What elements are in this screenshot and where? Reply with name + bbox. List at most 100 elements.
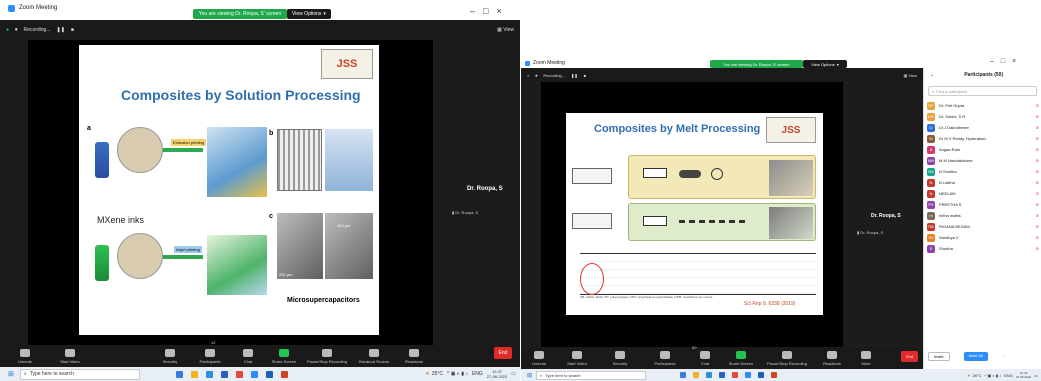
start-video-button[interactable]: Start Video xyxy=(557,351,597,369)
participant-row[interactable]: NN Lalitha ⊘ xyxy=(924,177,1041,188)
share-screen-button[interactable]: Share Screen xyxy=(723,351,759,369)
task-view-icon[interactable] xyxy=(680,372,687,378)
file-explorer-icon[interactable] xyxy=(693,372,700,378)
minimize-icon[interactable]: – xyxy=(470,6,483,16)
view-options-button[interactable]: View Options ▾ xyxy=(803,60,847,68)
reactions-button[interactable]: Reactions xyxy=(396,349,432,367)
task-view-icon[interactable] xyxy=(175,370,183,378)
sem-image-2: 100 μm xyxy=(325,213,373,279)
close-icon[interactable]: × xyxy=(1012,58,1023,65)
unmute-button[interactable]: Unmute xyxy=(0,349,50,367)
powerpoint-icon[interactable] xyxy=(280,370,288,378)
chrome-icon[interactable] xyxy=(732,372,739,378)
participants-button[interactable]: Participants xyxy=(190,349,230,367)
jss-logo: JSS xyxy=(766,117,816,143)
speaker-name: Dr. Roopa, S xyxy=(871,213,901,219)
invite-button[interactable]: Invite xyxy=(928,352,950,361)
share-screen-button[interactable]: Share Screen xyxy=(266,349,302,367)
view-button[interactable]: ▦ View xyxy=(903,73,917,78)
chevron-down-icon[interactable]: ⌄ xyxy=(930,72,934,78)
participant-row[interactable]: MN M M Nandakishore ⊘ xyxy=(924,155,1041,166)
participant-row[interactable]: SV Sandhya V ⊘ xyxy=(924,232,1041,243)
windows-start-icon[interactable]: ⊞ xyxy=(8,370,14,378)
breakout-rooms-button[interactable]: Breakout Rooms xyxy=(352,349,396,367)
chat-button[interactable]: Chat xyxy=(230,349,266,367)
word-icon[interactable] xyxy=(265,370,273,378)
extrusion-printer-image xyxy=(207,127,267,197)
taskbar-search[interactable]: ⌕ Type here to search xyxy=(536,370,647,380)
participant-row[interactable]: DS Dr. Sohini. S R ⊘ xyxy=(924,111,1041,122)
security-button[interactable]: Security xyxy=(597,351,643,369)
participant-row[interactable]: m mitha maths ⊘ xyxy=(924,210,1041,221)
chrome-icon[interactable] xyxy=(235,370,243,378)
notification-icon[interactable]: ▭ xyxy=(1034,373,1038,378)
end-meeting-button[interactable]: End xyxy=(901,351,918,362)
clock[interactable]: 12:42 27-06-2022 xyxy=(1016,371,1031,379)
pause-stop-recording-button[interactable]: Pause/Stop Recording xyxy=(302,349,352,367)
panel-label-a: a xyxy=(87,125,91,132)
view-options-button[interactable]: View Options ▾ xyxy=(287,9,331,19)
chat-button[interactable]: Chat xyxy=(687,351,723,369)
pause-icon[interactable]: ❚❚ xyxy=(571,73,578,78)
participant-row[interactable]: S Shobha ⊘ xyxy=(924,243,1041,254)
viewing-banner: You are viewing Dr. Roopa, S' screen xyxy=(193,9,287,19)
maximize-icon[interactable]: □ xyxy=(1001,58,1012,65)
mail-icon[interactable] xyxy=(719,372,726,378)
tray-icons[interactable]: ^ ▣ ◐ ▮ ♪ xyxy=(447,371,468,377)
security-button[interactable]: Security xyxy=(90,349,190,367)
store-icon[interactable] xyxy=(706,372,713,378)
participant-row[interactable]: RB RIGANA BEGAM ⊘ xyxy=(924,221,1041,232)
minimize-icon[interactable]: – xyxy=(990,58,1001,65)
clock[interactable]: 12:37 27-06-2022 xyxy=(487,369,507,379)
participant-row[interactable]: A Angaa Ram ⊘ xyxy=(924,144,1041,155)
powerpoint-icon[interactable] xyxy=(771,372,778,378)
participant-row[interactable]: M Dr M V Reddy, Hyderabad ⊘ xyxy=(924,133,1041,144)
pause-icon[interactable]: ❚❚ xyxy=(57,27,65,33)
mail-icon[interactable] xyxy=(220,370,228,378)
view-button[interactable]: ▦ View xyxy=(497,27,514,33)
zoom-taskbar-icon[interactable] xyxy=(250,370,258,378)
more-button[interactable]: More xyxy=(849,351,883,369)
windows-start-icon[interactable]: ⊞ xyxy=(527,372,532,379)
participant-row[interactable]: NS N Sunitha ⊘ xyxy=(924,166,1041,177)
stop-icon[interactable]: ■ xyxy=(584,73,586,78)
notification-icon[interactable]: ▭ xyxy=(511,371,516,377)
end-meeting-button[interactable]: End xyxy=(494,347,512,359)
file-explorer-icon[interactable] xyxy=(190,370,198,378)
shield-icon: ● xyxy=(527,72,530,78)
highlight-circle xyxy=(580,263,604,295)
participants-button[interactable]: Participants xyxy=(643,351,687,369)
unmute-button[interactable]: Unmute xyxy=(521,351,557,369)
mic-muted-icon: ⊘ xyxy=(1035,147,1039,152)
flexible-device-image xyxy=(325,129,373,191)
close-icon[interactable]: × xyxy=(496,6,509,16)
equipment-photo xyxy=(769,160,813,196)
taskbar-apps xyxy=(680,372,778,378)
mute-all-button[interactable]: Mute All xyxy=(963,352,988,361)
tray-icons[interactable]: ^ ▣ ◐ ▮ ♪ xyxy=(984,373,1001,378)
jss-logo: JSS xyxy=(321,49,373,79)
participant-row[interactable]: PS PREETHA S ⊘ xyxy=(924,199,1041,210)
right-taskbar: ⊞ ⌕ Type here to search ☀ 26°C ^ ▣ ◐ ▮ ♪ … xyxy=(521,369,1041,381)
window-controls[interactable]: –□× xyxy=(470,6,510,16)
store-icon[interactable] xyxy=(205,370,213,378)
stop-icon[interactable]: ■ xyxy=(71,27,74,33)
participant-row[interactable]: N NEELAM ⊘ xyxy=(924,188,1041,199)
reactions-button[interactable]: Reactions xyxy=(815,351,849,369)
participant-row[interactable]: DP Dr. Priti Gupta ⊘ xyxy=(924,100,1041,111)
recording-label: Recording... xyxy=(543,72,565,78)
mic-off-icon xyxy=(534,351,544,359)
window-controls[interactable]: –□× xyxy=(990,58,1023,65)
panel-label-b: b xyxy=(269,130,274,137)
maximize-icon[interactable]: □ xyxy=(483,6,496,16)
more-options-icon[interactable]: … xyxy=(1002,352,1006,361)
start-video-button[interactable]: Start Video xyxy=(50,349,90,367)
taskbar-search[interactable]: ⌕ Type here to search xyxy=(19,368,140,380)
participant-search-input[interactable]: ⌕ Find a participant xyxy=(928,86,1037,96)
participant-row[interactable]: D Dr.J Dakruthmee ⊘ xyxy=(924,122,1041,133)
left-taskbar: ⊞ ⌕ Type here to search ☀ 25°C ^ ▣ ◐ ▮ ♪ … xyxy=(0,367,520,381)
word-icon[interactable] xyxy=(758,372,765,378)
zoom-taskbar-icon[interactable] xyxy=(745,372,752,378)
zoom-icon xyxy=(8,4,15,12)
pause-stop-recording-button[interactable]: Pause/Stop Recording xyxy=(759,351,815,369)
